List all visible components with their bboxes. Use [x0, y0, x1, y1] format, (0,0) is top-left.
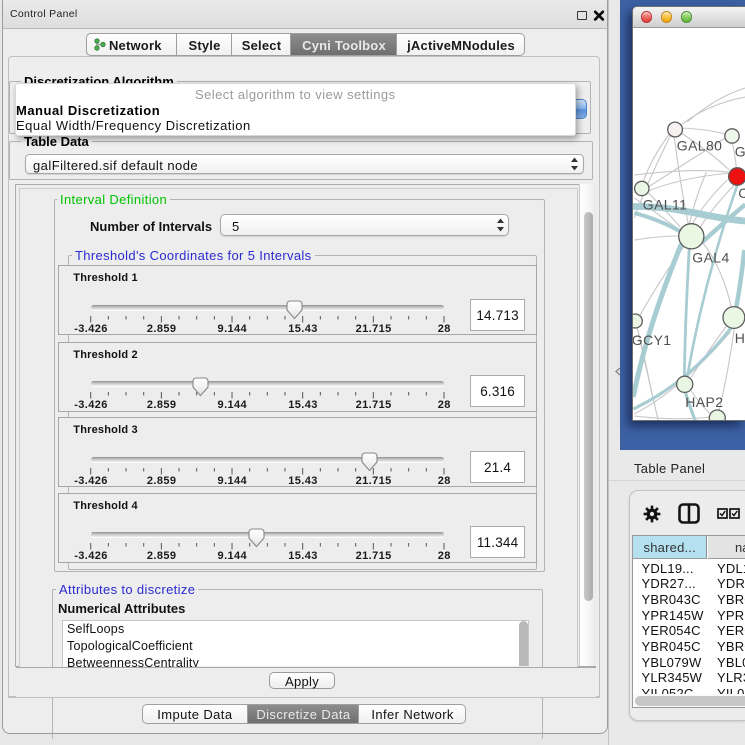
svg-text:GCY1: GCY1	[633, 332, 671, 348]
svg-text:C: C	[738, 185, 745, 201]
svg-text:H: H	[734, 330, 744, 346]
svg-text:HAP2: HAP2	[685, 394, 723, 410]
svg-text:GAL11: GAL11	[642, 197, 686, 213]
svg-text:GAL80: GAL80	[676, 138, 722, 154]
svg-text:GAL4: GAL4	[692, 249, 729, 265]
svg-text:G.: G.	[734, 144, 744, 160]
